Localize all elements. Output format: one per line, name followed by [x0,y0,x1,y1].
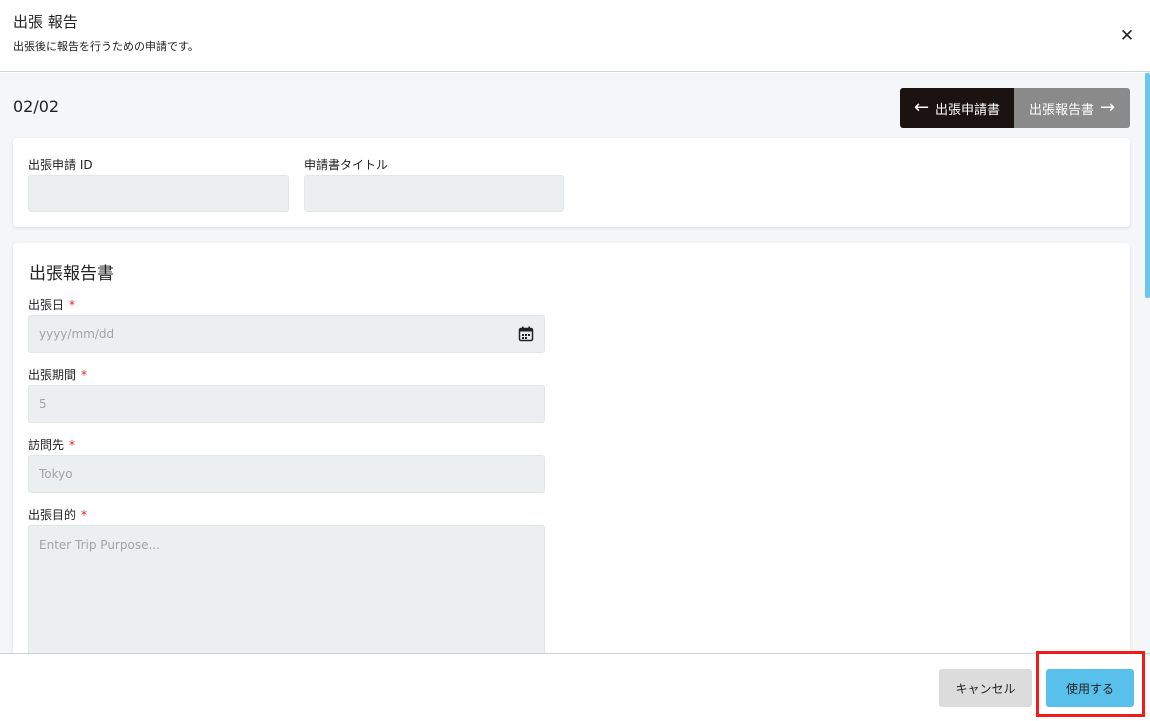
application-title-label: 申請書タイトル [304,158,389,172]
application-id-field[interactable] [28,175,289,212]
modal-title: 出張 報告 [13,13,78,31]
trip-purpose-label-text: 出張目的 [28,508,77,522]
destination-field[interactable]: Tokyo [28,455,545,493]
application-id-label: 出張申請 ID [28,158,93,172]
arrow-left-icon: ← [913,97,930,118]
application-title-field[interactable] [304,175,564,212]
cancel-button[interactable]: キャンセル [939,669,1032,707]
application-info-card: 出張申請 ID 申請書タイトル [13,138,1130,227]
calendar-icon[interactable] [518,326,534,342]
trip-date-placeholder: yyyy/mm/dd [39,327,115,341]
scrollbar-thumb[interactable] [1145,73,1150,298]
required-mark: * [69,438,76,452]
required-mark: * [81,508,88,522]
page-counter: 02/02 [13,97,60,116]
modal-body[interactable]: 02/02 ← 出張申請書 出張報告書 → 出張申請 ID 申請書タイトル 出張… [0,73,1150,653]
prev-document-label: 出張申請書 [935,102,1001,118]
modal-footer: キャンセル 使用する [0,653,1150,721]
document-nav: ← 出張申請書 出張報告書 → [900,88,1130,128]
modal-subtitle: 出張後に報告を行うための申請です。 [13,40,199,53]
trip-date-input[interactable]: yyyy/mm/dd [28,315,545,353]
destination-label-text: 訪問先 [28,438,65,452]
arrow-right-icon: → [1099,97,1116,118]
trip-purpose-label: 出張目的 * [28,506,87,523]
required-mark: * [81,368,88,382]
required-mark: * [69,298,76,312]
use-button[interactable]: 使用する [1046,669,1134,707]
trip-period-label: 出張期間 * [28,366,87,383]
trip-report-card: 出張報告書 出張日 * yyyy/mm/dd 出張期間 * 5 訪問先 * To… [13,243,1130,653]
trip-period-field[interactable]: 5 [28,385,545,423]
prev-document-button[interactable]: ← 出張申請書 [900,88,1014,128]
next-document-button[interactable]: 出張報告書 → [1014,88,1130,128]
destination-label: 訪問先 * [28,436,75,453]
modal-header: 出張 報告 出張後に報告を行うための申請です。 ✕ [0,0,1150,72]
close-icon[interactable]: ✕ [1116,25,1138,47]
trip-date-label-text: 出張日 [28,298,65,312]
section-title: 出張報告書 [29,264,114,284]
trip-purpose-textarea[interactable]: Enter Trip Purpose... [28,525,545,653]
next-document-label: 出張報告書 [1028,102,1094,118]
trip-period-label-text: 出張期間 [28,368,77,382]
trip-date-label: 出張日 * [28,296,75,313]
